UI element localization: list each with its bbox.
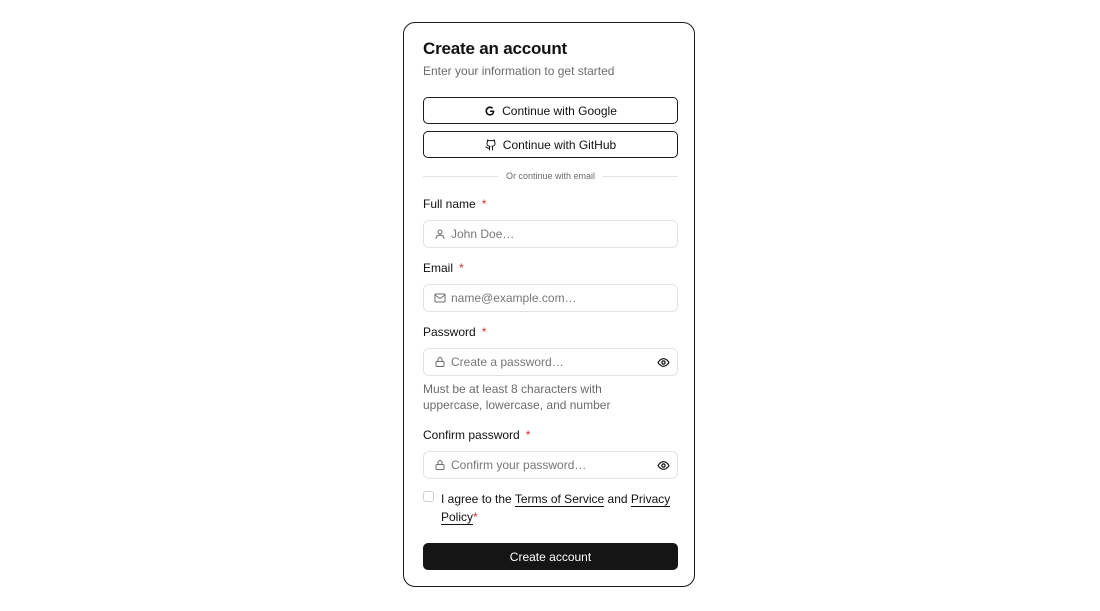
full-name-field: [423, 220, 678, 248]
terms-prefix: I agree to the: [441, 492, 512, 506]
google-signin-label: Continue with Google: [502, 103, 617, 118]
confirm-password-field: [423, 451, 678, 479]
password-label: Password *: [423, 325, 486, 339]
page-title: Create an account: [423, 39, 567, 58]
or-divider: Or continue with email: [423, 170, 679, 182]
terms-conjunction: and: [607, 492, 628, 506]
full-name-label: Full name *: [423, 197, 486, 211]
create-account-button[interactable]: Create account: [423, 543, 678, 570]
password-input[interactable]: [451, 349, 651, 375]
page-subtitle: Enter your information to get started: [423, 64, 615, 78]
github-icon: [485, 139, 496, 150]
google-signin-button[interactable]: Continue with Google: [423, 97, 678, 124]
divider-line-right: [603, 175, 679, 177]
signup-card: Create an account Enter your information…: [403, 22, 695, 587]
github-signin-label: Continue with GitHub: [502, 137, 617, 152]
email-label-text: Email: [423, 261, 454, 275]
required-marker: *: [459, 261, 464, 275]
lock-icon: [435, 460, 445, 470]
lock-icon: [435, 357, 445, 367]
email-input[interactable]: [451, 285, 651, 311]
signup-form: Create an account Enter your information…: [423, 23, 679, 586]
password-hint: Must be at least 8 characters with upper…: [423, 382, 611, 412]
email-field: [423, 284, 678, 312]
confirm-password-label: Confirm password *: [423, 428, 530, 442]
confirm-password-label-text: Confirm password: [423, 428, 520, 442]
mail-icon: [434, 293, 446, 303]
password-field: [423, 348, 678, 376]
eye-icon[interactable]: [657, 356, 670, 369]
email-label: Email *: [423, 261, 464, 275]
terms-text: I agree to the Terms of Service and Priv…: [441, 490, 671, 526]
divider-text: Or continue with email: [505, 171, 596, 181]
full-name-label-text: Full name: [423, 197, 476, 211]
terms-checkbox[interactable]: [423, 491, 434, 502]
full-name-input[interactable]: [451, 221, 651, 247]
github-signin-button[interactable]: Continue with GitHub: [423, 131, 678, 158]
required-marker: *: [481, 197, 487, 211]
confirm-password-input[interactable]: [451, 452, 651, 478]
required-marker: *: [473, 510, 478, 524]
password-label-text: Password: [423, 325, 476, 339]
required-marker: *: [525, 428, 531, 442]
divider-line-left: [423, 175, 498, 177]
google-icon: [485, 105, 495, 116]
required-marker: *: [481, 325, 487, 339]
user-icon: [435, 229, 445, 239]
terms-of-service-link[interactable]: Terms of Service: [514, 492, 605, 507]
eye-icon[interactable]: [657, 459, 670, 472]
